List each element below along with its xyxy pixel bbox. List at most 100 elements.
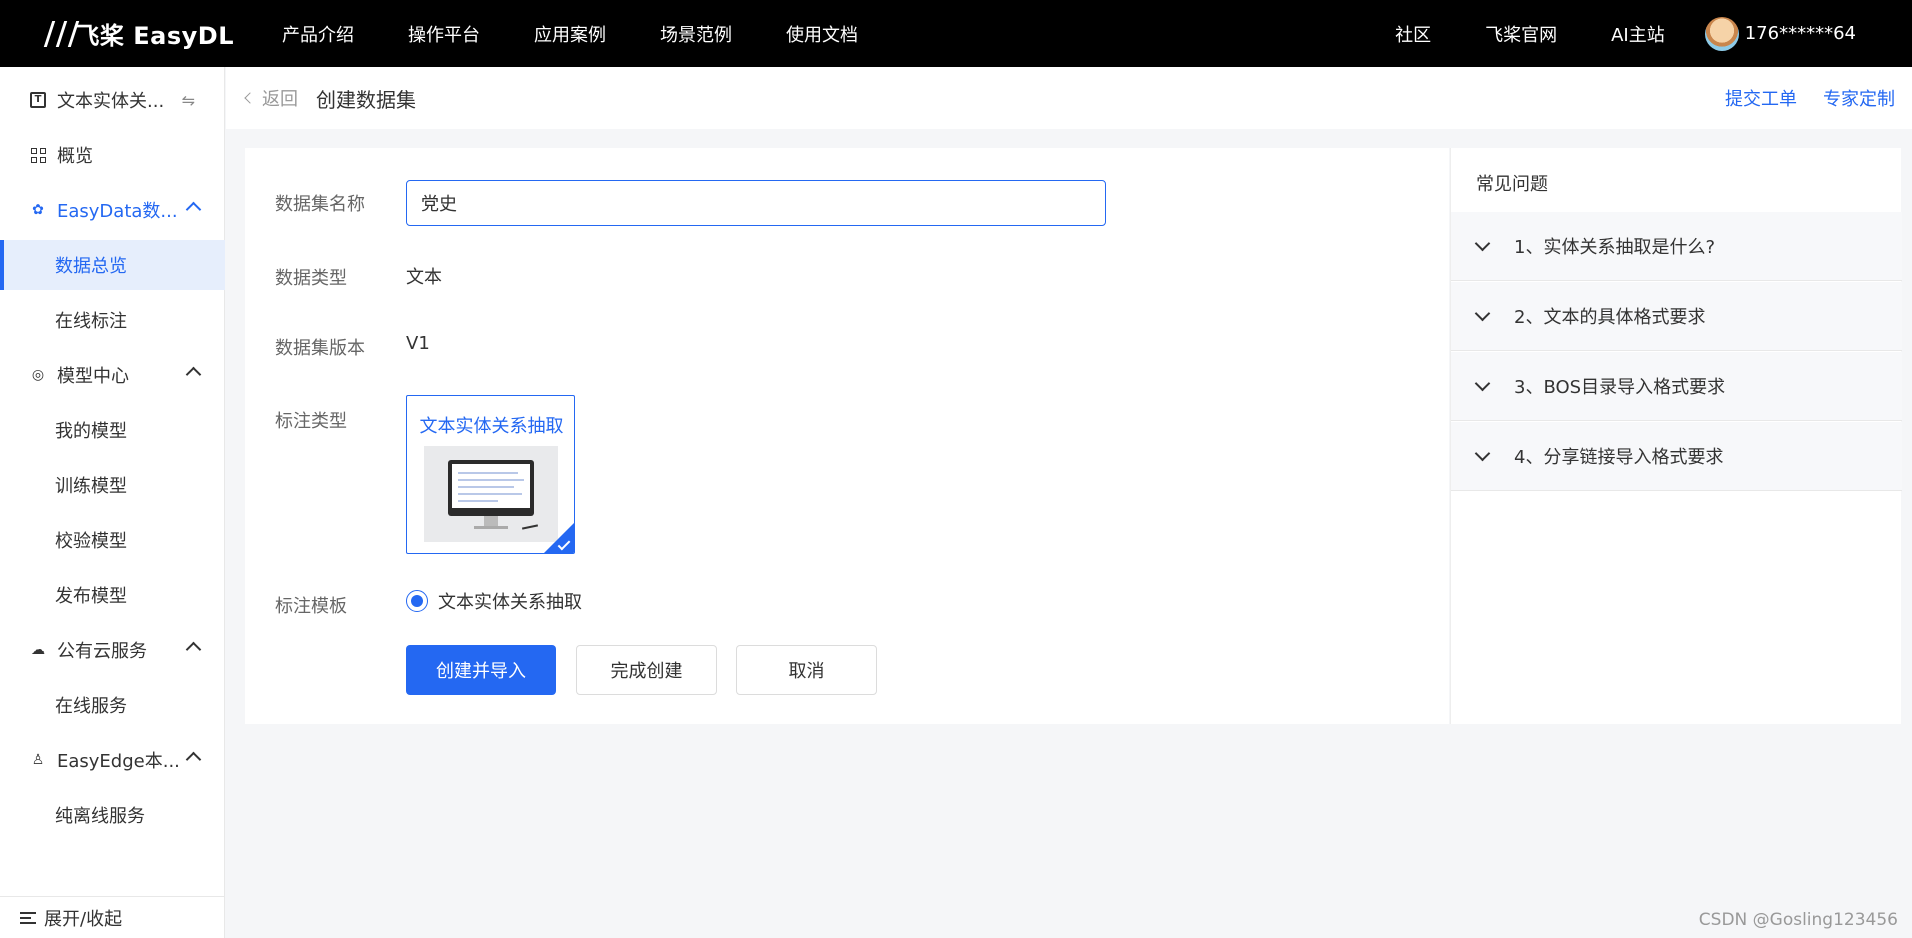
chevron-down-icon (1474, 375, 1491, 391)
sidebar-item-label: 校验模型 (55, 531, 127, 552)
sidebar-item-online-label[interactable]: 在线标注 (0, 295, 225, 345)
sidebar-toggle-label: 展开/收起 (44, 908, 123, 930)
faq-panel: 常见问题 1、实体关系抽取是什么? 2、文本的具体格式要求 3、BOS目录导入格… (1450, 148, 1902, 724)
nav-community[interactable]: 社区 (1395, 21, 1431, 47)
template-radio-option[interactable]: 文本实体关系抽取 (406, 588, 582, 614)
annotation-template-label: 标注模板 (275, 596, 347, 617)
main-nav: 产品介绍 操作平台 应用案例 场景范例 使用文档 (282, 21, 912, 47)
switch-icon[interactable]: ⇋ (182, 91, 195, 110)
nav-product-intro[interactable]: 产品介绍 (282, 21, 354, 47)
sidebar: T 文本实体关... ⇋ 概览 ✿ EasyData数... 数据总览 在线标注… (0, 67, 225, 938)
sidebar-item-label: 在线服务 (55, 696, 127, 717)
data-icon: ✿ (32, 202, 44, 218)
sidebar-item-label: 概览 (57, 146, 93, 167)
sidebar-item-label: 纯离线服务 (55, 806, 145, 827)
dataset-name-input[interactable] (406, 180, 1106, 226)
data-type-value: 文本 (406, 267, 442, 288)
annotation-preview-image (424, 446, 558, 542)
watermark: CSDN @Gosling123456 (1698, 910, 1898, 930)
sidebar-toggle[interactable]: 展开/收起 (0, 896, 225, 938)
chevron-up-icon (185, 751, 202, 768)
nav-cases[interactable]: 应用案例 (534, 21, 606, 47)
faq-item-text: 2、文本的具体格式要求 (1514, 307, 1706, 328)
sidebar-item-verify-model[interactable]: 校验模型 (0, 515, 225, 565)
chevron-up-icon (185, 201, 202, 218)
faq-item[interactable]: 1、实体关系抽取是什么? (1451, 212, 1902, 281)
page-title: 创建数据集 (316, 87, 416, 112)
right-nav: 社区 飞桨官网 AI主站 176******64 (1341, 16, 1856, 51)
sidebar-project-label: 文本实体关... (57, 91, 165, 112)
sidebar-item-data-overview[interactable]: 数据总览 (0, 240, 225, 290)
nav-scenarios[interactable]: 场景范例 (660, 21, 732, 47)
sidebar-group-easydata[interactable]: ✿ EasyData数... (0, 185, 225, 235)
faq-item[interactable]: 4、分享链接导入格式要求 (1451, 422, 1902, 491)
chevron-down-icon (1474, 305, 1491, 321)
avatar (1704, 16, 1739, 51)
chevron-up-icon (185, 641, 202, 658)
create-and-import-button[interactable]: 创建并导入 (406, 645, 556, 695)
chevron-left-icon (244, 92, 256, 104)
annotation-type-card[interactable]: 文本实体关系抽取 (406, 395, 575, 554)
faq-item[interactable]: 2、文本的具体格式要求 (1451, 282, 1902, 351)
model-icon: ◎ (31, 367, 45, 383)
sidebar-item-my-model[interactable]: 我的模型 (0, 405, 225, 455)
sidebar-item-label: 模型中心 (57, 366, 129, 387)
expert-custom-link[interactable]: 专家定制 (1823, 85, 1895, 111)
sidebar-item-overview[interactable]: 概览 (0, 130, 225, 180)
sidebar-item-offline-service[interactable]: 纯离线服务 (0, 790, 225, 840)
grid-icon (29, 146, 47, 164)
template-radio-label: 文本实体关系抽取 (438, 592, 582, 613)
annotation-type-label: 标注类型 (275, 411, 347, 432)
finish-create-button[interactable]: 完成创建 (576, 645, 717, 695)
user-menu[interactable]: 176******64 (1704, 16, 1856, 51)
cancel-button[interactable]: 取消 (736, 645, 877, 695)
nav-ai-site[interactable]: AI主站 (1611, 21, 1665, 47)
sidebar-item-label: EasyData数... (57, 201, 178, 222)
faq-item[interactable]: 3、BOS目录导入格式要求 (1451, 352, 1902, 421)
user-name: 176******64 (1744, 23, 1856, 44)
sidebar-item-publish-model[interactable]: 发布模型 (0, 570, 225, 620)
create-dataset-form: 数据集名称 数据类型 文本 数据集版本 V1 标注类型 文本实体关系抽取 标注模… (245, 148, 1449, 724)
back-link[interactable]: 返回 (244, 85, 298, 111)
sidebar-item-online-service[interactable]: 在线服务 (0, 680, 225, 730)
selected-corner (544, 523, 574, 553)
paddle-logo-icon (43, 19, 87, 49)
sidebar-item-label: 在线标注 (55, 311, 127, 332)
sidebar-item-train-model[interactable]: 训练模型 (0, 460, 225, 510)
radio-selected-icon[interactable] (406, 590, 428, 612)
annotation-type-card-title: 文本实体关系抽取 (419, 416, 564, 437)
sidebar-item-label: 我的模型 (55, 421, 127, 442)
top-navbar: 飞桨 EasyDL 产品介绍 操作平台 应用案例 场景范例 使用文档 社区 飞桨… (0, 0, 1912, 67)
nav-platform[interactable]: 操作平台 (408, 21, 480, 47)
faq-item-text: 4、分享链接导入格式要求 (1514, 447, 1724, 468)
sidebar-item-label: 发布模型 (55, 586, 127, 607)
cloud-icon: ☁ (31, 642, 45, 658)
logo[interactable]: 飞桨 EasyDL (43, 16, 234, 51)
chevron-down-icon (1474, 235, 1491, 251)
chevron-up-icon (185, 366, 202, 383)
header-links: 提交工单 专家定制 (1699, 85, 1895, 111)
sidebar-item-label: 数据总览 (55, 256, 127, 277)
monitor-illustration (448, 460, 534, 516)
sidebar-item-label: EasyEdge本... (57, 751, 180, 772)
data-type-label: 数据类型 (275, 268, 347, 289)
dataset-version-label: 数据集版本 (275, 338, 365, 359)
sidebar-item-label: 公有云服务 (57, 641, 147, 662)
back-label: 返回 (262, 89, 298, 110)
user-icon: ♙ (31, 752, 45, 768)
nav-paddle-site[interactable]: 飞桨官网 (1485, 21, 1557, 47)
faq-title: 常见问题 (1476, 174, 1548, 195)
sidebar-item-label: 训练模型 (55, 476, 127, 497)
nav-docs[interactable]: 使用文档 (786, 21, 858, 47)
submit-ticket-link[interactable]: 提交工单 (1725, 85, 1797, 111)
sidebar-project[interactable]: T 文本实体关... ⇋ (0, 75, 225, 125)
page-header: 返回 创建数据集 提交工单 专家定制 (226, 67, 1912, 129)
text-type-icon: T (29, 91, 47, 109)
faq-item-text: 1、实体关系抽取是什么? (1514, 237, 1716, 258)
chevron-down-icon (1474, 445, 1491, 461)
sidebar-group-public-cloud[interactable]: ☁ 公有云服务 (0, 625, 225, 675)
menu-icon (20, 909, 36, 927)
sidebar-group-model-center[interactable]: ◎ 模型中心 (0, 350, 225, 400)
faq-item-text: 3、BOS目录导入格式要求 (1514, 377, 1726, 398)
sidebar-group-easyedge[interactable]: ♙ EasyEdge本... (0, 735, 225, 785)
